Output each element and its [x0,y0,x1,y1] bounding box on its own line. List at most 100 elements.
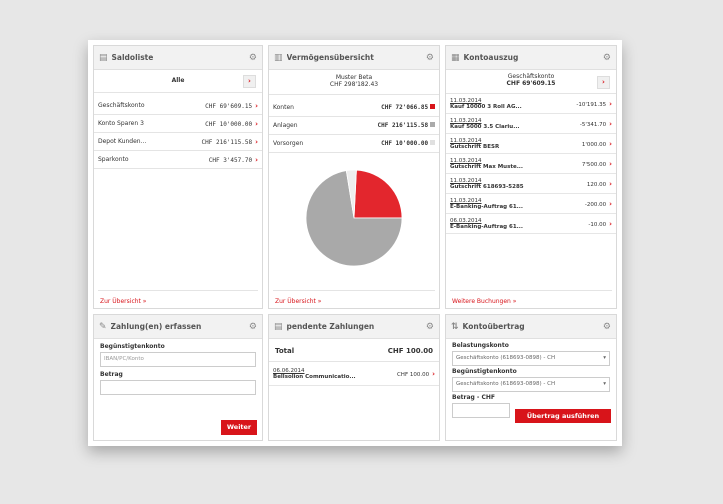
category-name: Konten [273,104,294,111]
list-item[interactable]: Sparkonto CHF 3'457.70 › [94,151,262,169]
transaction-amount: 1'000.00 [581,141,607,148]
transaction-row[interactable]: 06.03.2014 E-Banking-Auftrag 61... -10.00 › [446,214,616,234]
portfolio-name: Muster Beta [335,74,373,81]
panel-header: ▥ Vermögensübersicht ⚙ [269,46,439,70]
execute-transfer-button[interactable]: Übertrag ausführen [515,409,611,423]
panel-kontouebertrag: ⇅ Kontoübertrag ⚙ Belastungskonto Geschä… [445,314,617,441]
beneficiary-account-select[interactable]: Geschäftskonto (618693-0898) - CH ▾ [452,377,610,392]
overview-link[interactable]: Zur Übersicht » [100,298,146,305]
transaction-row[interactable]: 11.03.2014 Gutschrift BESR 1'000.00 › [446,134,616,154]
transaction-row[interactable]: 11.03.2014 Gutschrift Max Muste... 7'500.0… [446,154,616,174]
transaction-amount: -5'341.70 [579,121,607,128]
list-item[interactable]: Vorsorgen CHF 10'000.00 [269,135,439,153]
gear-icon[interactable]: ⚙ [249,322,257,332]
pending-amount: CHF 100.00 [396,371,430,378]
divider [98,290,258,291]
chevron-right-icon[interactable]: › [609,220,612,228]
legend-swatch-icon [430,104,435,109]
gear-icon[interactable]: ⚙ [249,53,257,63]
chevron-right-icon[interactable]: › [243,75,256,88]
panel-header: ▤ Saldoliste ⚙ [94,46,262,70]
pie-slice [353,169,403,219]
panel-kontoauszug: ▦ Kontoauszug ⚙ Geschäftskonto CHF 69'60… [445,45,617,309]
payment-icon: ✎ [99,321,107,332]
chevron-right-icon[interactable]: › [255,138,258,146]
transaction-desc: E-Banking-Auftrag 61... [450,223,523,230]
account-name: Konto Sparen 3 [98,120,144,127]
debit-account-value: Geschäftskonto (618693-0898) - CH [456,355,556,361]
chevron-right-icon[interactable]: › [609,140,612,148]
transaction-list: 11.03.2014 Kauf 10000 3 Roll AG... -10'191… [446,94,616,234]
transaction-row[interactable]: 11.03.2014 Gutschrift 618693-5285 120.00 › [446,174,616,194]
chevron-right-icon[interactable]: › [609,120,612,128]
next-button[interactable]: Weiter [221,420,257,435]
beneficiary-account-input[interactable]: IBAN/PC/Konto [100,352,256,367]
transaction-row[interactable]: 11.03.2014 Kauf 5000 3.5 Clariu... -5'341.… [446,114,616,134]
list-item[interactable]: Konto Sparen 3 CHF 10'000.00 › [94,115,262,133]
panel-title: Zahlung(en) erfassen [110,322,202,331]
pending-icon: ▤ [274,321,283,332]
transaction-desc: Kauf 5000 3.5 Clariu... [450,123,520,130]
category-name: Vorsorgen [273,140,304,147]
beneficiary-account-value: Geschäftskonto (618693-0898) - CH [456,381,556,387]
statement-icon: ▦ [451,52,460,63]
transaction-desc: E-Banking-Auftrag 61... [450,203,523,210]
account-name: Geschäftskonto [98,102,145,109]
account-balance: CHF 69'609.15 [205,102,253,110]
account-balance: CHF 10'000.00 [205,120,253,128]
transaction-amount: -10'191.35 [576,101,607,108]
account-name: Sparkonto [98,156,129,163]
filter-select[interactable]: Alle [94,77,262,84]
chevron-right-icon[interactable]: › [609,180,612,188]
list-item[interactable]: Anlagen CHF 216'115.58 [269,117,439,135]
chevron-right-icon[interactable]: › [255,120,258,128]
dashboard-frame: ▤ Saldoliste ⚙ Alle › Geschäftskonto CHF … [88,40,622,446]
account-name: Depot Kunden... [98,138,147,145]
account-selector[interactable]: Geschäftskonto CHF 69'609.15 › [446,70,616,94]
overview-link[interactable]: Zur Übersicht » [275,298,321,305]
transaction-desc: Gutschrift 618693-5285 [450,183,524,190]
list-item[interactable]: Depot Kunden... CHF 216'115.58 › [94,133,262,151]
chevron-right-icon[interactable]: › [255,102,258,110]
panel-vermoegen: ▥ Vermögensübersicht ⚙ Muster Beta CHF 2… [268,45,440,309]
chevron-down-icon: ▾ [603,381,606,387]
chevron-right-icon[interactable]: › [432,370,435,378]
total-value: CHF 100.00 [387,347,433,355]
portfolio-summary: Muster Beta CHF 298'182.43 [269,70,439,95]
panel-title: Kontoübertrag [462,322,525,331]
filter-bar: Alle › [94,70,262,93]
panel-saldoliste: ▤ Saldoliste ⚙ Alle › Geschäftskonto CHF … [93,45,263,309]
legend-swatch-icon [430,140,435,145]
panel-header: ✎ Zahlung(en) erfassen ⚙ [94,315,262,339]
account-name: Geschäftskonto [507,73,555,80]
transfer-icon: ⇅ [451,321,459,332]
transfer-amount-input[interactable] [452,403,510,418]
chevron-down-icon: ▾ [603,355,606,361]
gear-icon[interactable]: ⚙ [603,322,611,332]
chevron-right-icon[interactable]: › [609,100,612,108]
category-name: Anlagen [273,122,298,129]
debit-account-select[interactable]: Geschäftskonto (618693-0898) - CH ▾ [452,351,610,366]
gear-icon[interactable]: ⚙ [426,322,434,332]
chevron-right-icon[interactable]: › [255,156,258,164]
pending-total: Total CHF 100.00 [269,339,439,362]
account-balance: CHF 3'457.70 [208,156,253,164]
pending-item[interactable]: 06.06.2014 Bellsolion Communicatio... CH… [269,362,439,386]
chevron-right-icon[interactable]: › [609,160,612,168]
list-item[interactable]: Konten CHF 72'066.85 [269,99,439,117]
debit-account-label: Belastungskonto [452,342,509,349]
transaction-row[interactable]: 11.03.2014 Kauf 10000 3 Roll AG... -10'191… [446,94,616,114]
panel-title: Vermögensübersicht [286,53,374,62]
amount-input[interactable] [100,380,256,395]
more-bookings-link[interactable]: Weitere Buchungen » [452,298,516,305]
panel-zahlung: ✎ Zahlung(en) erfassen ⚙ Begünstigtenkon… [93,314,263,441]
chart-icon: ▥ [274,52,283,63]
chevron-right-icon[interactable]: › [609,200,612,208]
beneficiary-account-label: Begünstigtenkonto [100,343,165,350]
gear-icon[interactable]: ⚙ [426,53,434,63]
transaction-amount: 7'500.00 [581,161,607,168]
gear-icon[interactable]: ⚙ [603,53,611,63]
chevron-right-icon[interactable]: › [597,76,610,89]
list-item[interactable]: Geschäftskonto CHF 69'609.15 › [94,97,262,115]
transaction-row[interactable]: 11.03.2014 E-Banking-Auftrag 61... -200.00… [446,194,616,214]
